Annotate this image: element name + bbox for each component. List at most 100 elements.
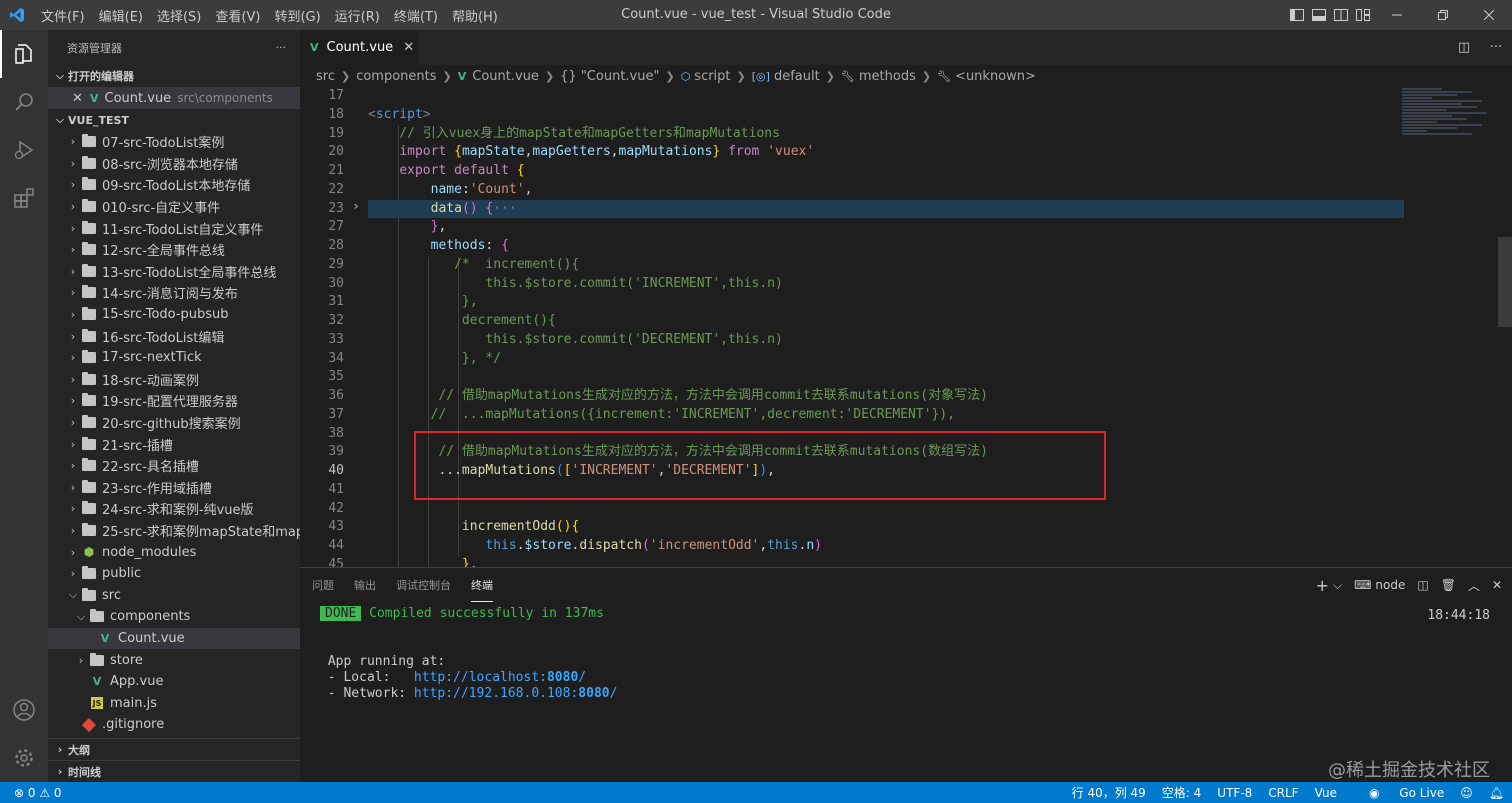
tree-item-label: src xyxy=(102,587,121,603)
notifications-bell-icon[interactable]: 🔔︎ xyxy=(1489,786,1504,800)
toggle-panel-icon[interactable] xyxy=(1308,0,1330,30)
line-ending[interactable]: CRLF xyxy=(1268,786,1298,800)
tree-item[interactable]: › 14-src-消息订阅与发布 xyxy=(48,282,300,304)
menu-help[interactable]: 帮助(H) xyxy=(445,6,505,25)
vertical-scrollbar[interactable] xyxy=(1498,237,1512,327)
local-port[interactable]: 8080 xyxy=(547,670,578,685)
breadcrumb-item[interactable]: {} "Count.vue" xyxy=(560,69,659,84)
project-header[interactable]: ⌵ VUE_TEST xyxy=(48,109,300,131)
settings-gear-icon[interactable] xyxy=(0,734,48,782)
minimize-icon[interactable] xyxy=(1374,0,1420,30)
tab-problems[interactable]: 问题 xyxy=(312,568,334,602)
tab-count-vue[interactable]: V Count.vue ✕ xyxy=(300,30,418,65)
tree-item[interactable]: › 16-src-TodoList编辑 xyxy=(48,325,300,347)
tree-item[interactable]: › public xyxy=(48,563,300,585)
tree-item[interactable]: › store xyxy=(48,649,300,671)
restore-icon[interactable] xyxy=(1420,0,1466,30)
timeline-header[interactable]: › 时间线 xyxy=(48,760,300,782)
breadcrumb-item[interactable]: src xyxy=(316,69,335,84)
account-icon[interactable] xyxy=(0,686,48,734)
breadcrumb-item[interactable]: <unknown> xyxy=(955,69,1036,84)
tree-item[interactable]: › 15-src-Todo-pubsub xyxy=(48,304,300,326)
tree-item[interactable]: › 22-src-具名插槽 xyxy=(48,455,300,477)
tab-debug-console[interactable]: 调试控制台 xyxy=(396,568,451,602)
tree-item[interactable]: › 23-src-作用域插槽 xyxy=(48,477,300,499)
close-tab-icon[interactable]: ✕ xyxy=(403,40,414,55)
line-number: 34 xyxy=(328,350,344,366)
breadcrumb-item[interactable]: methods xyxy=(859,69,916,84)
menu-edit[interactable]: 编辑(E) xyxy=(92,6,150,25)
menu-go[interactable]: 转到(G) xyxy=(267,6,327,25)
tree-item[interactable]: › 25-src-求和案例mapState和map... xyxy=(48,520,300,542)
encoding[interactable]: UTF-8 xyxy=(1217,786,1252,800)
tree-item[interactable]: › 010-src-自定义事件 xyxy=(48,196,300,218)
tree-item[interactable]: V Count.vue xyxy=(48,627,300,650)
toggle-sidebar-icon[interactable] xyxy=(1286,0,1308,30)
tree-item[interactable]: › 11-src-TodoList自定义事件 xyxy=(48,217,300,239)
close-window-icon[interactable] xyxy=(1466,0,1512,30)
minimap[interactable] xyxy=(1402,87,1500,197)
go-live-button[interactable]: ◉ Go Live xyxy=(1353,786,1444,800)
menu-selection[interactable]: 选择(S) xyxy=(150,6,208,25)
menu-view[interactable]: 查看(V) xyxy=(208,6,267,25)
local-url[interactable]: http://localhost: xyxy=(414,670,547,685)
run-debug-icon[interactable] xyxy=(0,126,48,174)
problems-status[interactable]: ⊗ 0 ⚠ 0 xyxy=(14,786,62,800)
tree-item[interactable]: ⌵ components xyxy=(48,606,300,628)
tree-item[interactable]: › 12-src-全局事件总线 xyxy=(48,239,300,261)
search-icon[interactable] xyxy=(0,78,48,126)
outline-header[interactable]: › 大纲 xyxy=(48,738,300,760)
language-mode[interactable]: Vue xyxy=(1315,786,1337,800)
terminal-name[interactable]: node xyxy=(1375,578,1405,592)
open-editors-header[interactable]: ⌵ 打开的编辑器 xyxy=(48,65,300,87)
tree-item[interactable]: › 13-src-TodoList全局事件总线 xyxy=(48,261,300,283)
more-actions-icon[interactable]: ··· xyxy=(1480,40,1512,55)
split-terminal-icon[interactable]: ◫ xyxy=(1417,578,1428,592)
fold-chevron-icon[interactable]: › xyxy=(350,199,362,213)
explorer-icon[interactable] xyxy=(0,30,48,78)
breadcrumb-item[interactable]: Count.vue xyxy=(472,69,539,84)
menu-run[interactable]: 运行(R) xyxy=(328,6,387,25)
breadcrumb-item[interactable]: components xyxy=(356,69,436,84)
toggle-secondary-sidebar-icon[interactable] xyxy=(1330,0,1352,30)
trash-icon[interactable]: 🗑︎ xyxy=(1441,578,1456,592)
tree-item[interactable]: › 07-src-TodoList案例 xyxy=(48,131,300,153)
tree-item[interactable]: › 19-src-配置代理服务器 xyxy=(48,390,300,412)
tree-item[interactable]: › 20-src-github搜索案例 xyxy=(48,412,300,434)
code-editor[interactable]: 17 18 19 20 21 22 23 27 28 29 30 31 32 33 34 35 36 37 38 39… xyxy=(300,87,1512,567)
tree-item[interactable]: › 08-src-浏览器本地存储 xyxy=(48,153,300,175)
breadcrumb-item[interactable]: default xyxy=(774,69,820,84)
network-port[interactable]: 8080 xyxy=(578,686,609,701)
tab-terminal[interactable]: 终端 xyxy=(471,568,493,602)
terminal-output[interactable]: DONE Compiled successfully in 137ms App … xyxy=(320,606,1500,702)
tree-item[interactable]: .gitignore xyxy=(48,714,300,736)
menu-file[interactable]: 文件(F) xyxy=(34,6,92,25)
tree-item[interactable]: ⌵ src xyxy=(48,584,300,606)
tree-item[interactable]: › 21-src-插槽 xyxy=(48,433,300,455)
cursor-position[interactable]: 行 40，列 49 xyxy=(1072,784,1146,801)
tree-item[interactable]: › 09-src-TodoList本地存储 xyxy=(48,174,300,196)
close-icon[interactable]: ✕ xyxy=(72,91,88,106)
tree-item[interactable]: JS main.js xyxy=(48,692,300,714)
extensions-icon[interactable] xyxy=(0,174,48,222)
feedback-icon[interactable]: ☺ xyxy=(1460,786,1473,800)
chevron-down-icon[interactable]: ⌵ xyxy=(1333,578,1342,593)
tab-output[interactable]: 输出 xyxy=(354,568,376,602)
maximize-panel-icon[interactable]: ︿ xyxy=(1468,577,1480,594)
breadcrumb-item[interactable]: script xyxy=(694,69,730,84)
open-editor-item[interactable]: ✕ V Count.vue src\components xyxy=(48,87,300,109)
tree-item[interactable]: › 17-src-nextTick xyxy=(48,347,300,369)
split-editor-icon[interactable]: ◫ xyxy=(1448,40,1480,55)
customize-layout-icon[interactable] xyxy=(1352,0,1374,30)
close-panel-icon[interactable]: ✕ xyxy=(1492,578,1502,592)
tree-item[interactable]: › 24-src-求和案例-纯vue版 xyxy=(48,498,300,520)
more-actions-icon[interactable]: ··· xyxy=(276,41,287,54)
menu-terminal[interactable]: 终端(T) xyxy=(387,6,445,25)
indentation[interactable]: 空格: 4 xyxy=(1162,784,1202,801)
network-url[interactable]: http://192.168.0.108: xyxy=(414,686,578,701)
tree-item[interactable]: › 18-src-动画案例 xyxy=(48,369,300,391)
tree-item[interactable]: › ⬢ node_modules xyxy=(48,541,300,563)
chevron-right-icon: › xyxy=(70,480,76,494)
tree-item[interactable]: V App.vue xyxy=(48,671,300,693)
new-terminal-icon[interactable]: + xyxy=(1316,576,1329,595)
